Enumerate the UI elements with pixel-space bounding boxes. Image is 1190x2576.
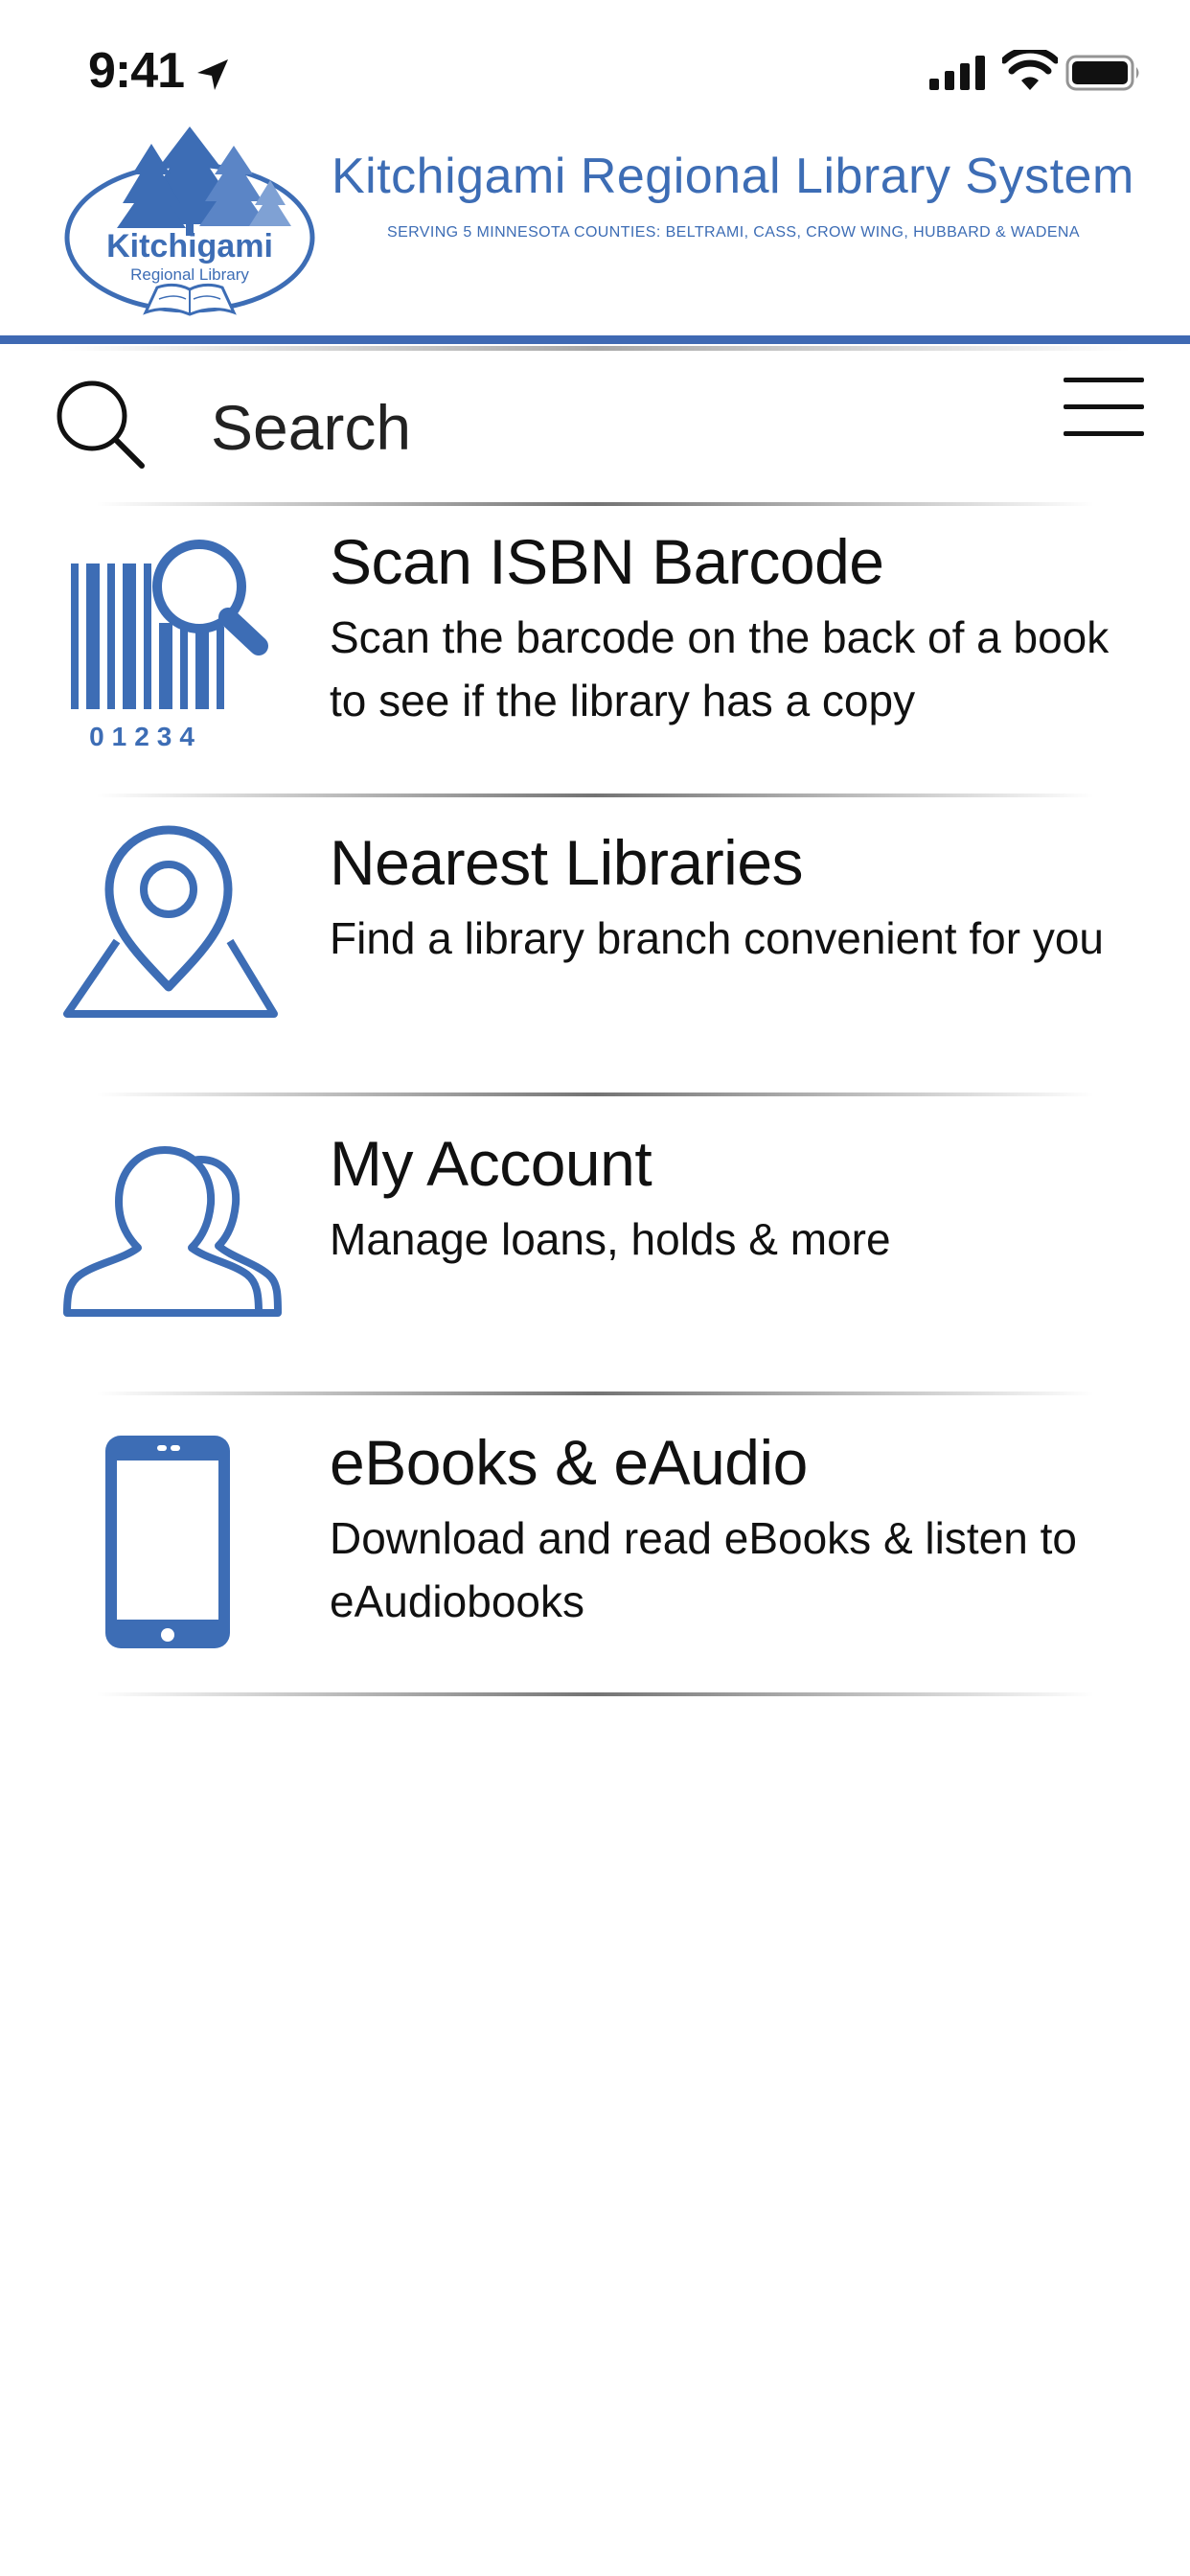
- divider: [96, 794, 1094, 797]
- menu-item-scan-isbn-barcode[interactable]: 01234 Scan ISBN Barcode Scan the barcode…: [0, 518, 1190, 805]
- hamburger-menu-icon[interactable]: [1064, 374, 1144, 441]
- barcode-scan-icon: 01234: [71, 540, 268, 751]
- battery-icon: [1065, 55, 1139, 91]
- menu-item-description: Find a library branch convenient for you: [330, 913, 1104, 963]
- menu-item-ebooks-eaudio[interactable]: eBooks & eAudio Download and read eBooks…: [0, 1418, 1190, 1706]
- divider: [96, 1392, 1094, 1395]
- menu-item-my-account[interactable]: My Account Manage loans, holds & more: [0, 1117, 1190, 1405]
- menu-item-description: Scan the barcode on the back of a book t…: [330, 612, 1110, 725]
- cellular-signal-icon: [929, 56, 985, 90]
- divider: [96, 1092, 1094, 1096]
- header-rule: [0, 335, 1190, 344]
- menu-item-description: Manage loans, holds & more: [330, 1214, 891, 1264]
- users-icon: [63, 1146, 282, 1317]
- library-subtitle: SERVING 5 MINNESOTA COUNTIES: BELTRAMI, …: [387, 224, 1080, 241]
- menu-item-title: My Account: [330, 1128, 652, 1199]
- logo-tagline: Regional Library: [130, 265, 249, 284]
- library-title: Kitchigami Regional Library System: [332, 149, 1134, 204]
- search-icon[interactable]: [52, 376, 148, 472]
- search-input[interactable]: [211, 380, 977, 475]
- logo-name: Kitchigami: [106, 228, 273, 264]
- library-logo: Kitchigami Regional Library: [64, 126, 315, 316]
- menu-item-title: Nearest Libraries: [330, 827, 804, 898]
- smartphone-icon: [105, 1436, 230, 1648]
- divider: [96, 502, 1094, 506]
- map-pin-icon: [63, 825, 278, 1018]
- status-bar: 9:41: [0, 0, 1190, 144]
- barcode-digits: 01234: [89, 722, 202, 751]
- divider: [96, 1692, 1094, 1696]
- menu-item-title: eBooks & eAudio: [330, 1427, 808, 1498]
- location-arrow-icon: [197, 59, 228, 90]
- header-rule-shadow: [0, 346, 1190, 351]
- wifi-icon: [1002, 50, 1058, 90]
- menu-item-description: Download and read eBooks & listen to eAu…: [330, 1513, 1077, 1626]
- menu-item-nearest-libraries[interactable]: Nearest Libraries Find a library branch …: [0, 816, 1190, 1104]
- status-time: 9:41: [88, 43, 185, 99]
- menu-item-title: Scan ISBN Barcode: [330, 526, 884, 597]
